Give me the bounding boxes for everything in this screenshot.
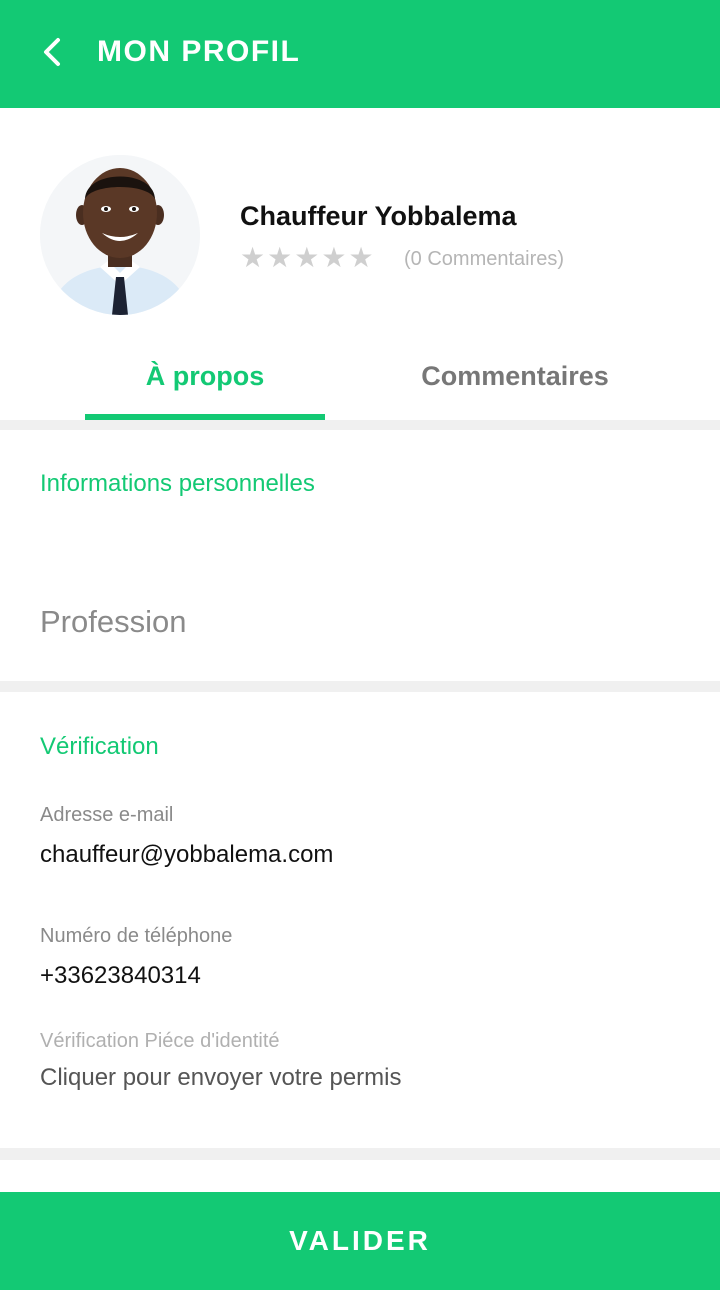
back-button[interactable] xyxy=(28,30,76,74)
star-icon: ★ xyxy=(267,241,293,274)
star-icon: ★ xyxy=(294,241,320,274)
star-icon: ★ xyxy=(321,241,347,274)
app-bar: MON PROFIL xyxy=(0,0,720,108)
tab-comments[interactable]: Commentaires xyxy=(385,352,645,400)
chevron-left-icon xyxy=(44,38,60,66)
profession-field[interactable]: Profession xyxy=(40,602,186,642)
upload-license-link[interactable]: Cliquer pour envoyer votre permis xyxy=(40,1062,402,1094)
id-verification-label: Vérification Piéce d'identité xyxy=(40,1030,280,1052)
email-label: Adresse e-mail xyxy=(40,804,174,826)
email-value: chauffeur@yobbalema.com xyxy=(40,841,334,868)
star-icon: ★ xyxy=(348,241,374,274)
profile-photo xyxy=(40,155,200,315)
tab-about[interactable]: À propos xyxy=(85,352,325,400)
star-rating: ★ ★ ★ ★ ★ xyxy=(240,242,376,274)
star-icon: ★ xyxy=(240,241,266,274)
section-divider xyxy=(0,420,720,430)
section-divider xyxy=(0,681,720,692)
page-title: MON PROFIL xyxy=(97,35,301,68)
section-divider xyxy=(0,1148,720,1160)
section-title-personal: Informations personnelles xyxy=(40,470,315,497)
profile-name: Chauffeur Yobbalema xyxy=(240,201,517,231)
avatar xyxy=(40,155,200,315)
review-count: (0 Commentaires) xyxy=(404,248,565,270)
submit-button[interactable]: VALIDER xyxy=(0,1192,720,1290)
phone-label: Numéro de téléphone xyxy=(40,925,233,947)
section-title-verification: Vérification xyxy=(40,733,159,760)
phone-value: +33623840314 xyxy=(40,962,201,989)
